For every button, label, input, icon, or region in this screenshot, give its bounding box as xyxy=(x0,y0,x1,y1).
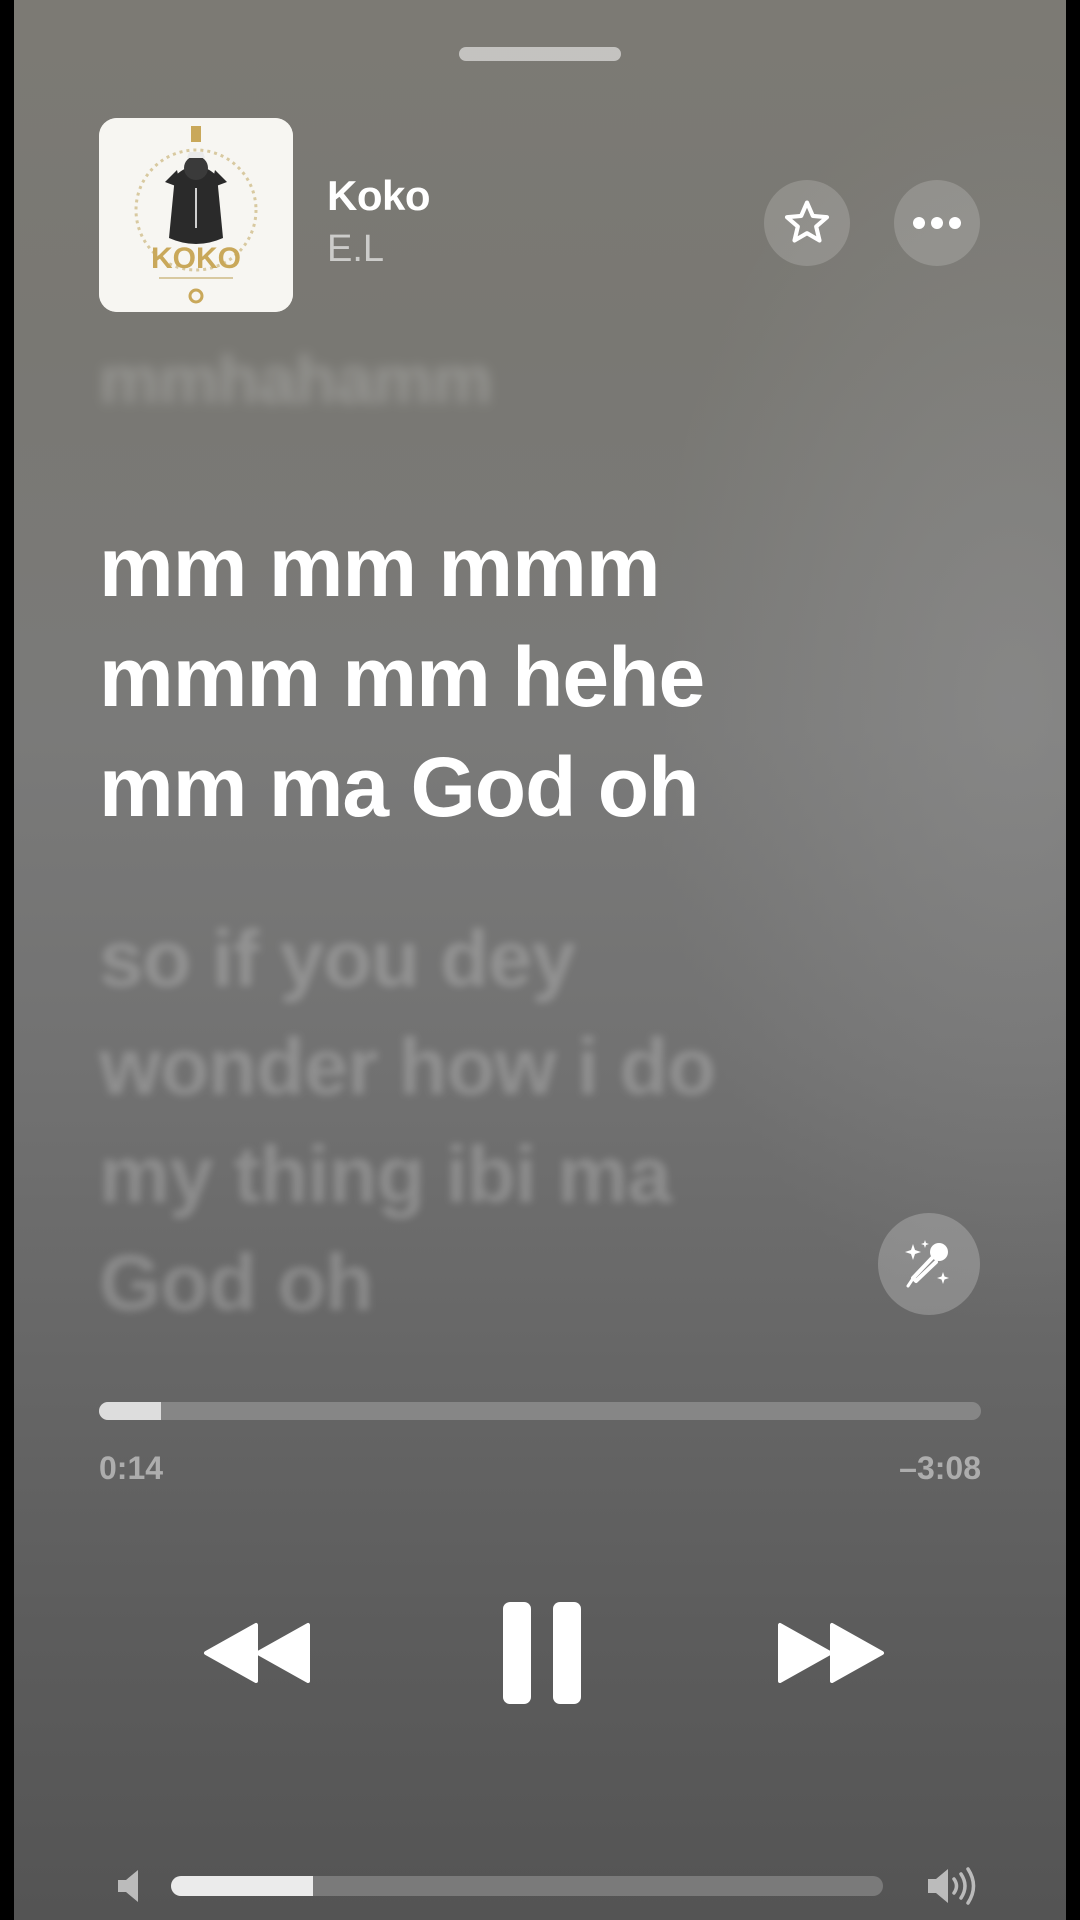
sing-mode-button[interactable] xyxy=(878,1213,980,1315)
lyric-current-line: mmm mm hehe xyxy=(99,630,705,724)
elapsed-time: 0:14 xyxy=(99,1450,164,1486)
album-artwork-image: KOKO xyxy=(99,118,293,312)
pause-icon xyxy=(503,1602,581,1704)
lyric-current-line: mm mm mmm xyxy=(99,520,661,614)
lyric-current-line: mm ma God oh xyxy=(99,740,699,834)
lyric-next-line: wonder how i do xyxy=(99,1022,716,1111)
rewind-icon xyxy=(204,1623,310,1683)
svg-text:KOKO: KOKO xyxy=(151,242,241,275)
now-playing-screen: KOKO Koko E.L mmhahamm mm mm mmm mmm mm … xyxy=(14,0,1066,1920)
pause-button[interactable] xyxy=(492,1596,592,1710)
sheet-grabber[interactable] xyxy=(459,47,621,61)
speaker-low-icon xyxy=(118,1870,138,1902)
favorite-button[interactable] xyxy=(764,180,850,266)
fast-forward-icon xyxy=(778,1623,884,1683)
ellipsis-icon xyxy=(913,217,961,229)
fast-forward-button[interactable] xyxy=(766,1610,896,1696)
artist-name[interactable]: E.L xyxy=(327,228,384,271)
lyric-next-line: so if you dey xyxy=(99,914,576,1003)
playback-progress-fill xyxy=(99,1402,161,1420)
lyric-next-block[interactable]: so if you dey wonder how i do my thing i… xyxy=(99,905,716,1337)
speaker-high-icon xyxy=(928,1867,976,1905)
lyric-current-block[interactable]: mm mm mmm mmm mm hehe mm ma God oh xyxy=(99,512,705,842)
album-artwork[interactable]: KOKO xyxy=(99,118,293,312)
lyric-next-line: my thing ibi ma xyxy=(99,1130,672,1219)
playback-scrubber[interactable] xyxy=(99,1402,981,1420)
volume-slider[interactable] xyxy=(171,1876,883,1896)
volume-level-fill xyxy=(171,1876,314,1896)
lyric-next-line: God oh xyxy=(99,1238,374,1327)
star-icon xyxy=(784,200,830,243)
song-title[interactable]: Koko xyxy=(327,172,431,220)
microphone-sparkle-icon xyxy=(905,1240,949,1288)
rewind-button[interactable] xyxy=(192,1610,322,1696)
remaining-time: –3:08 xyxy=(899,1450,981,1486)
more-options-button[interactable] xyxy=(894,180,980,266)
lyric-line-previous[interactable]: mmhahamm xyxy=(99,338,493,422)
